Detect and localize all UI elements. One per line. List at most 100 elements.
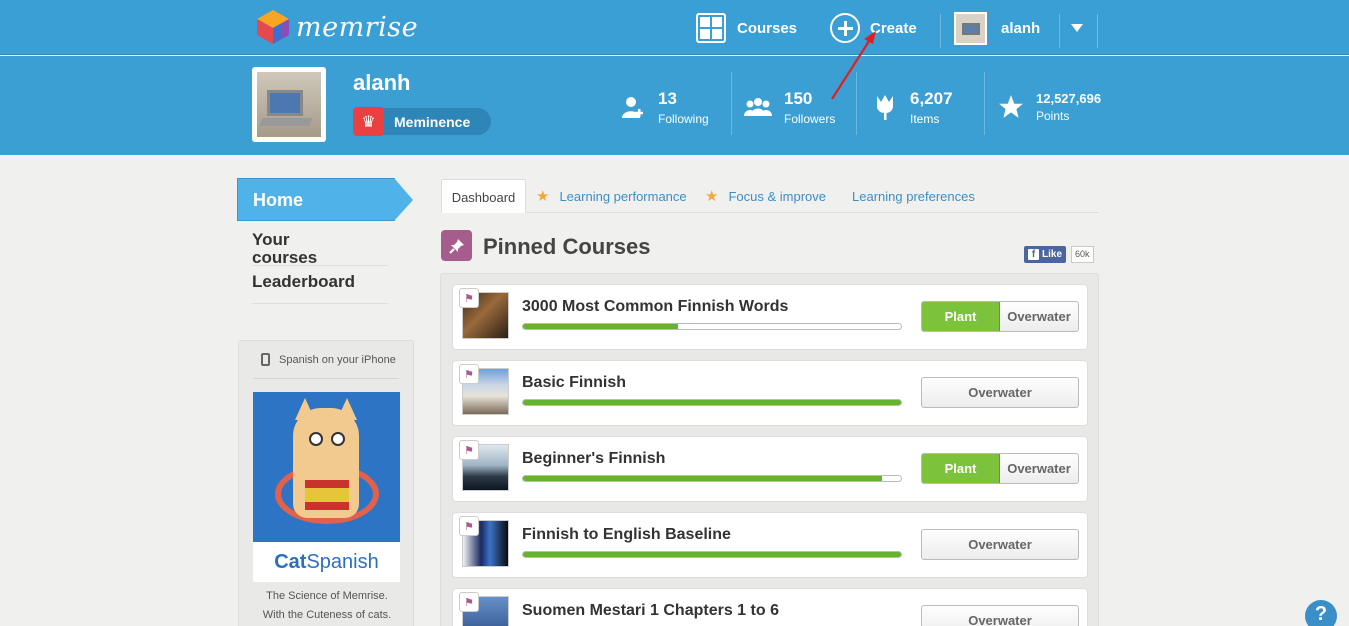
tab-focus-improve[interactable]: ★ Focus & improve bbox=[705, 179, 826, 213]
stat-divider bbox=[984, 72, 985, 135]
overwater-button[interactable]: Overwater bbox=[1000, 454, 1078, 483]
promo-divider bbox=[253, 378, 399, 379]
tab-learning-preferences[interactable]: Learning preferences bbox=[852, 179, 975, 213]
dashboard-tabs: Dashboard ★ Learning performance ★ Focus… bbox=[441, 179, 1099, 213]
star-icon: ★ bbox=[536, 188, 550, 205]
app-promo-box[interactable]: Spanish on your iPhone CatSpanish The Sc… bbox=[238, 340, 414, 626]
tab-label: Learning performance bbox=[559, 189, 687, 204]
nav-user-menu[interactable]: alanh bbox=[954, 11, 1041, 45]
course-actions: Overwater bbox=[921, 529, 1079, 560]
promo-brand: CatSpanish bbox=[253, 542, 400, 582]
sidebar-home-arrow bbox=[394, 178, 413, 221]
user-avatar-small bbox=[954, 11, 987, 45]
course-name[interactable]: Beginner's Finnish bbox=[522, 450, 665, 468]
promo-header: Spanish on your iPhone bbox=[261, 353, 396, 366]
course-row[interactable]: ⚑ Beginner's Finnish Plant Overwater bbox=[452, 436, 1088, 502]
stat-divider bbox=[731, 72, 732, 135]
help-button[interactable]: ? bbox=[1305, 600, 1337, 626]
pin-icon[interactable]: ⚑ bbox=[459, 364, 479, 384]
nav-create[interactable]: Create bbox=[830, 12, 917, 44]
course-name[interactable]: Basic Finnish bbox=[522, 374, 626, 392]
sidebar-item-leaderboard[interactable]: Leaderboard bbox=[252, 273, 355, 291]
promo-brand-rest: Spanish bbox=[306, 551, 379, 573]
course-progress-fill bbox=[523, 324, 678, 329]
nav-divider bbox=[1097, 14, 1098, 48]
fb-like-label: Like bbox=[1042, 249, 1063, 260]
sidebar-divider bbox=[252, 265, 388, 266]
pin-icon[interactable]: ⚑ bbox=[459, 592, 479, 612]
plant-button[interactable]: Plant bbox=[922, 454, 1000, 483]
course-row[interactable]: ⚑ Finnish to English Baseline Overwater bbox=[452, 512, 1088, 578]
promo-header-label: Spanish on your iPhone bbox=[279, 353, 396, 366]
stat-divider bbox=[856, 72, 857, 135]
stat-label: Points bbox=[1036, 109, 1070, 123]
stat-value: 12,527,696 bbox=[1036, 91, 1102, 106]
course-progress-bar bbox=[522, 551, 902, 558]
pin-icon[interactable]: ⚑ bbox=[459, 516, 479, 536]
overwater-button[interactable]: Overwater bbox=[922, 378, 1078, 407]
course-name[interactable]: Suomen Mestari 1 Chapters 1 to 6 bbox=[522, 602, 779, 620]
phone-icon bbox=[261, 353, 270, 366]
course-row[interactable]: ⚑ Suomen Mestari 1 Chapters 1 to 6 Overwat… bbox=[452, 588, 1088, 626]
promo-caption-line: The Science of Memrise. bbox=[266, 590, 388, 602]
logo-text: memrise bbox=[296, 11, 419, 43]
tab-label: Focus & improve bbox=[728, 189, 826, 204]
course-progress-fill bbox=[523, 400, 901, 405]
overwater-button[interactable]: Overwater bbox=[1000, 302, 1078, 331]
overwater-button[interactable]: Overwater bbox=[922, 530, 1078, 559]
course-actions: Overwater bbox=[921, 377, 1079, 408]
nav-courses[interactable]: Courses bbox=[696, 12, 797, 44]
memrise-logo-icon bbox=[256, 9, 290, 45]
chevron-down-icon[interactable] bbox=[1071, 24, 1083, 32]
rank-badge[interactable]: ♛ Meminence bbox=[353, 107, 491, 136]
stat-items[interactable]: 6,207 Items bbox=[872, 82, 953, 132]
course-actions: Plant Overwater bbox=[921, 301, 1079, 332]
courses-grid-icon bbox=[696, 13, 726, 43]
overwater-button[interactable]: Overwater bbox=[922, 606, 1078, 626]
stat-label: Items bbox=[910, 111, 940, 126]
nav-username: alanh bbox=[1001, 19, 1041, 37]
course-progress-bar bbox=[522, 323, 902, 330]
stat-following[interactable]: 13 Following bbox=[620, 82, 709, 132]
course-progress-bar bbox=[522, 399, 902, 406]
tab-dashboard[interactable]: Dashboard bbox=[441, 179, 526, 213]
stat-value: 150 bbox=[784, 88, 813, 108]
stat-value: 13 bbox=[658, 88, 677, 108]
course-progress-bar bbox=[522, 475, 902, 482]
course-row[interactable]: ⚑ Basic Finnish Overwater bbox=[452, 360, 1088, 426]
sidebar-item-your-courses[interactable]: Your courses bbox=[252, 231, 342, 267]
nav-divider bbox=[1059, 14, 1060, 48]
sidebar-divider bbox=[252, 303, 388, 304]
top-navigation-bar bbox=[0, 0, 1349, 55]
flower-icon bbox=[872, 94, 898, 120]
promo-brand-bold: Cat bbox=[274, 551, 307, 573]
catspanish-promo-image[interactable]: CatSpanish bbox=[253, 392, 400, 582]
stat-label: Followers bbox=[784, 111, 836, 126]
course-name[interactable]: Finnish to English Baseline bbox=[522, 526, 731, 544]
sidebar-item-home[interactable]: Home bbox=[237, 178, 395, 221]
course-name[interactable]: 3000 Most Common Finnish Words bbox=[522, 298, 788, 316]
stat-followers[interactable]: 150 Followers bbox=[744, 82, 835, 132]
tab-learning-performance[interactable]: ★ Learning performance bbox=[536, 179, 687, 213]
stat-label: Following bbox=[658, 111, 709, 126]
stat-value: 6,207 bbox=[910, 88, 953, 108]
plant-button[interactable]: Plant bbox=[922, 302, 1000, 331]
profile-avatar[interactable] bbox=[252, 67, 326, 142]
crown-icon: ♛ bbox=[353, 107, 384, 136]
course-row[interactable]: ⚑ 3000 Most Common Finnish Words Plant Over… bbox=[452, 284, 1088, 350]
stat-points[interactable]: 12,527,696 Points bbox=[998, 82, 1101, 132]
course-actions: Plant Overwater bbox=[921, 453, 1079, 484]
nav-create-label: Create bbox=[870, 19, 917, 37]
course-actions: Overwater bbox=[921, 605, 1079, 626]
pin-icon[interactable]: ⚑ bbox=[459, 288, 479, 308]
nav-courses-label: Courses bbox=[737, 19, 798, 37]
rank-badge-label: Meminence bbox=[394, 113, 471, 130]
pin-icon[interactable]: ⚑ bbox=[459, 440, 479, 460]
profile-username[interactable]: alanh bbox=[353, 70, 410, 96]
star-icon bbox=[998, 94, 1024, 120]
plus-circle-icon bbox=[830, 13, 860, 43]
fb-like-count: 60k bbox=[1071, 246, 1094, 263]
memrise-logo[interactable]: memrise bbox=[256, 9, 418, 45]
add-user-icon bbox=[620, 94, 646, 120]
facebook-like-button[interactable]: f Like 60k bbox=[1024, 246, 1094, 263]
